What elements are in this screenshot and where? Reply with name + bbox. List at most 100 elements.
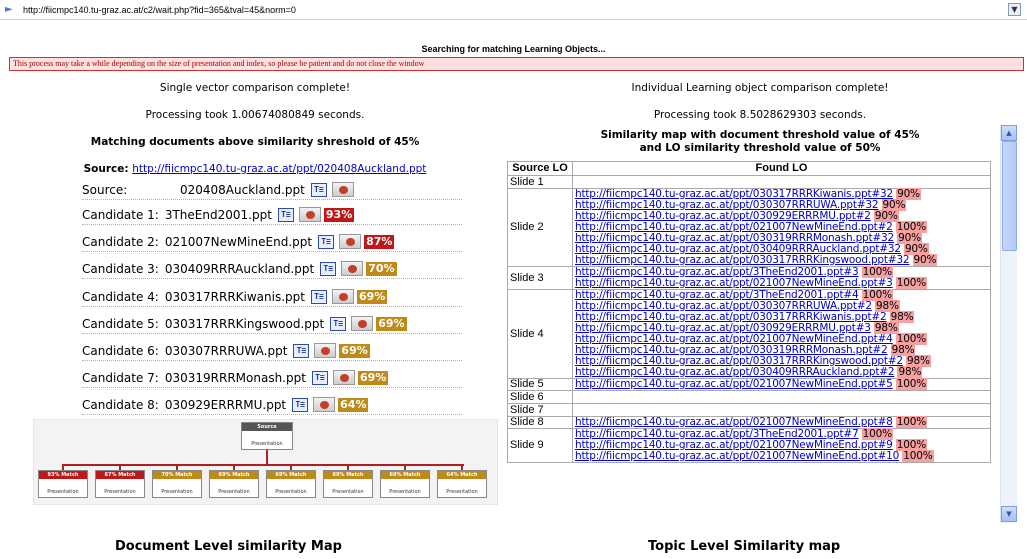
right-heading-line1: Similarity map with document threshold v… [600,129,920,141]
lo-table-container[interactable]: Source LO Found LO Slide 1 Slide 2 http://… [507,161,991,522]
source-lo-cell: Slide 7 [507,403,573,417]
similarity-badge: 70% [366,261,397,276]
candidate-filename: 030317RRRKiwanis.ppt [164,289,305,304]
address-url[interactable]: http://fiicmpc140.tu-graz.ac.at/c2/wait.… [23,5,296,15]
table-row: Slide 2 http://fiicmpc140.tu-graz.ac.at/p… [507,188,991,267]
similarity-badge: 69% [356,289,388,304]
candidate-label: Candidate 1: [82,207,159,222]
right-heading: Similarity map with document threshold v… [520,129,1000,155]
found-lo-link[interactable]: http://fiicmpc140.tu-graz.ac.at/ppt/0210… [575,378,893,390]
similarity-badge: 64% [338,397,369,412]
tree-node-label: Presentation [251,441,283,447]
tree-node-title: 69% Match [324,471,372,479]
candidate-label: Candidate 4: [82,289,159,304]
candidate-label: Candidate 5: [82,316,159,331]
text-view-icon[interactable]: T≡ [320,261,337,276]
table-row: Slide 8 http://fiicmpc140.tu-graz.ac.at/p… [507,416,991,429]
similarity-badge: 93% [323,207,355,222]
found-lo-item: http://fiicmpc140.tu-graz.ac.at/ppt/0210… [575,416,990,428]
candidate-row: Candidate 7: 030319RRRMonash.ppt T≡ 69% [82,368,462,388]
source-line: Source: http://fiicmpc140.tu-graz.ac.at/… [0,163,510,175]
text-view-icon[interactable]: T≡ [330,316,347,331]
found-lo-link[interactable]: http://fiicmpc140.tu-graz.ac.at/ppt/0303… [575,254,910,266]
table-row: Slide 7 [507,403,991,417]
text-view-icon[interactable]: T≡ [277,207,294,222]
tree-node-label: Presentation [275,489,307,495]
found-lo-cell [572,390,991,404]
source-lo-cell: Slide 8 [507,416,573,429]
tree-match-node[interactable]: 69% Match Presentation [323,470,373,498]
slide-thumbnail-icon[interactable] [341,261,364,276]
text-view-icon[interactable]: T≡ [293,343,310,358]
source-link[interactable]: http://fiicmpc140.tu-graz.ac.at/ppt/0204… [132,163,426,175]
lo-similarity-badge: 100% [895,416,928,428]
slide-thumbnail-icon[interactable] [298,207,321,222]
tree-node-label: Presentation [161,489,193,495]
found-lo-link[interactable]: http://fiicmpc140.tu-graz.ac.at/ppt/0210… [575,450,899,462]
tree-node-label: Presentation [47,489,79,495]
lo-similarity-badge: 100% [895,277,928,289]
page-icon: ► [5,3,13,15]
tree-match-node[interactable]: 69% Match Presentation [266,470,316,498]
candidate-filename: 3TheEnd2001.ppt [164,207,272,222]
slide-thumbnail-icon[interactable] [331,182,354,197]
found-lo-cell: http://fiicmpc140.tu-graz.ac.at/ppt/0210… [572,416,991,429]
tree-node-label: Presentation [104,489,136,495]
source-row: Source: 020408Auckland.ppt T≡ [82,180,462,200]
candidate-row: Candidate 2: 021007NewMineEnd.ppt T≡ 87% [82,232,462,252]
left-caption: Document Level similarity Map [115,539,342,554]
found-lo-item: http://fiicmpc140.tu-graz.ac.at/ppt/0210… [575,277,990,289]
tree-match-node[interactable]: 70% Match Presentation [152,470,202,498]
text-view-icon[interactable]: T≡ [310,289,327,304]
candidate-filename: 030307RRRUWA.ppt [164,343,288,358]
similarity-badge: 69% [376,316,407,331]
scroll-thumb[interactable] [1002,141,1017,251]
text-view-icon[interactable]: T≡ [292,397,309,412]
table-row: Slide 1 [507,175,991,189]
tree-node-title: 93% Match [39,471,87,479]
found-lo-cell: http://fiicmpc140.tu-graz.ac.at/ppt/3The… [572,428,991,463]
right-complete-text: Individual Learning object comparison co… [631,82,889,94]
slide-thumbnail-icon[interactable] [339,234,362,249]
candidate-row: Candidate 3: 030409RRRAuckland.ppt T≡ 70% [82,259,462,279]
tree-node-title: 70% Match [153,471,201,479]
slide-thumbnail-icon[interactable] [313,397,336,412]
found-lo-cell [572,403,991,417]
right-processing-text: Processing took 8.5028629303 seconds. [653,109,867,121]
found-lo-link[interactable]: http://fiicmpc140.tu-graz.ac.at/ppt/0210… [575,277,893,289]
slide-thumbnail-icon[interactable] [331,289,354,304]
table-row: Slide 9 http://fiicmpc140.tu-graz.ac.at/p… [507,428,991,463]
col-found-lo: Found LO [572,161,991,176]
source-lo-cell: Slide 6 [507,390,573,404]
table-row: Slide 3 http://fiicmpc140.tu-graz.ac.at/p… [507,266,991,290]
source-lo-cell: Slide 1 [507,175,573,189]
address-bar[interactable]: ► http://fiicmpc140.tu-graz.ac.at/c2/wai… [0,0,1027,20]
text-view-icon[interactable]: T≡ [311,370,328,385]
tree-match-node[interactable]: 93% Match Presentation [38,470,88,498]
candidate-filename: 021007NewMineEnd.ppt [164,234,313,249]
tree-node-label: Presentation [389,489,421,495]
searching-status: Searching for matching Learning Objects.… [421,44,606,54]
tree-match-node[interactable]: 87% Match Presentation [95,470,145,498]
found-lo-link[interactable]: http://fiicmpc140.tu-graz.ac.at/ppt/0304… [575,366,895,378]
tree-node-title: 87% Match [96,471,144,479]
text-view-icon[interactable]: T≡ [318,234,335,249]
chevron-down-icon[interactable]: ▼ [1008,3,1021,16]
scroll-down-icon[interactable]: ▼ [1001,506,1017,522]
slide-thumbnail-icon[interactable] [314,343,337,358]
found-lo-cell: http://fiicmpc140.tu-graz.ac.at/ppt/0210… [572,378,991,391]
candidate-row: Candidate 6: 030307RRRUWA.ppt T≡ 69% [82,341,462,361]
candidate-filename: 030929ERRRMU.ppt [164,397,287,412]
tree-match-node[interactable]: 64% Match Presentation [437,470,487,498]
tree-root-node[interactable]: Source Presentation [241,422,293,450]
left-processing-text: Processing took 1.00674080849 seconds. [145,109,365,121]
lo-similarity-badge: 100% [895,378,928,390]
vertical-scrollbar[interactable]: ▲ ▼ [1000,125,1017,523]
tree-match-node[interactable]: 69% Match Presentation [380,470,430,498]
found-lo-link[interactable]: http://fiicmpc140.tu-graz.ac.at/ppt/0210… [575,416,893,428]
tree-match-node[interactable]: 69% Match Presentation [209,470,259,498]
text-view-icon[interactable]: T≡ [310,182,327,197]
slide-thumbnail-icon[interactable] [351,316,374,331]
scroll-up-icon[interactable]: ▲ [1001,125,1017,141]
slide-thumbnail-icon[interactable] [332,370,355,385]
